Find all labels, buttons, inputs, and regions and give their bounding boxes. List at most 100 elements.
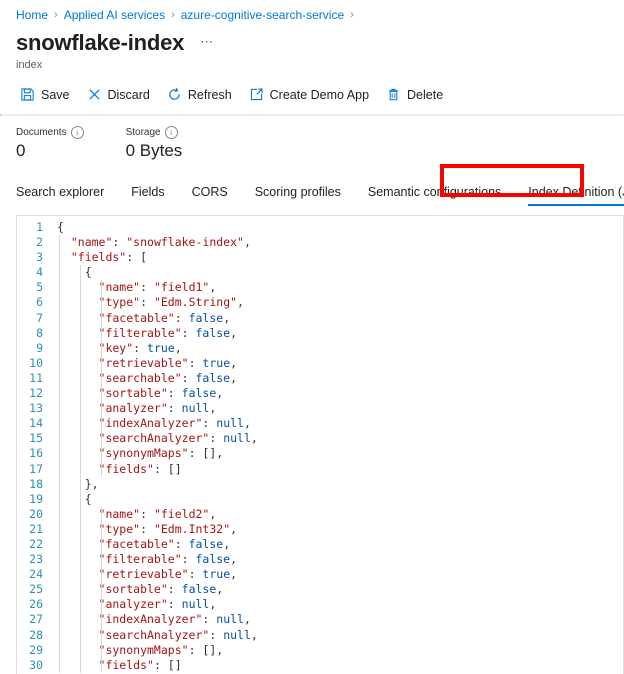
line-text: "searchable": false, (55, 370, 238, 387)
tab-semantic-configurations[interactable]: Semantic configurations (368, 185, 501, 206)
line-number: 19 (29, 491, 43, 506)
code-token: , (230, 370, 238, 385)
indent-guide (59, 642, 60, 658)
code-token: "facetable" (57, 536, 175, 551)
breadcrumb: Home › Applied AI services › azure-cognitive… (0, 0, 624, 23)
code-token: , (209, 597, 217, 612)
code-token: : (112, 235, 127, 250)
line-text: "filterable": false, (55, 325, 238, 341)
code-token: , (250, 431, 258, 446)
indent-guide (59, 627, 60, 643)
code-line: 25 "sortable": false, (17, 582, 623, 598)
code-token: : (188, 567, 203, 582)
code-token: null (216, 416, 244, 431)
code-token: false (188, 310, 224, 325)
indent-guide (80, 476, 81, 492)
code-line: 28 "searchAnalyzer": null, (17, 627, 623, 643)
line-text: "retrievable": true, (55, 355, 238, 371)
code-token: , (174, 340, 182, 355)
line-number: 9 (36, 340, 43, 355)
line-text: "sortable": false, (55, 386, 223, 402)
breadcrumb-item-1[interactable]: Applied AI services (64, 7, 165, 23)
line-number: 10 (29, 355, 43, 370)
command-label: Create Demo App (269, 87, 370, 102)
metric-label: Documents i (16, 126, 84, 139)
code-token: : (167, 597, 182, 612)
indent-guide (80, 280, 81, 296)
save-button[interactable]: Save (14, 84, 79, 105)
code-token: "fields" (57, 461, 154, 476)
code-line: 23 "filterable": false, (17, 552, 623, 568)
code-line: 21 "type": "Edm.Int32", (17, 521, 623, 537)
refresh-icon (167, 87, 182, 102)
indent-guide (59, 355, 60, 371)
line-number: 27 (29, 612, 43, 627)
command-label: Refresh (187, 87, 232, 102)
indent-guide (59, 582, 60, 598)
code-token: : [], (188, 446, 224, 461)
indent-guide (59, 310, 60, 326)
code-token: , (230, 355, 238, 370)
info-icon[interactable]: i (70, 126, 84, 139)
refresh-button[interactable]: Refresh (161, 84, 241, 105)
line-text: "indexAnalyzer": null, (55, 416, 251, 432)
create-demo-app-button[interactable]: Create Demo App (243, 84, 378, 105)
line-number: 3 (36, 250, 43, 265)
line-number: 28 (29, 627, 43, 642)
tab-index-definition-json[interactable]: Index Definition (JSON) (528, 185, 624, 206)
index-definition-json-editor[interactable]: 1{2 "name": "snowflake-index", 3 "fields"… (16, 215, 624, 674)
breadcrumb-item-0[interactable]: Home (16, 7, 48, 23)
code-token: "field1" (153, 280, 210, 295)
indent-guide (80, 386, 81, 402)
code-token: : (181, 552, 196, 567)
indent-guide (101, 340, 102, 356)
indent-guide (59, 536, 60, 553)
code-token: "searchable" (57, 370, 182, 385)
line-text: }, (55, 476, 99, 492)
metric-label-text: Storage (125, 127, 161, 138)
code-content: 1{2 "name": "snowflake-index", 3 "fields"… (17, 216, 623, 673)
delete-button[interactable]: Delete (380, 84, 452, 105)
code-token: , (209, 506, 217, 521)
indent-guide (101, 521, 102, 537)
code-token: true (202, 355, 231, 370)
info-icon[interactable]: i (164, 126, 178, 139)
code-token: }, (57, 476, 99, 491)
code-line: 5 "name": "field1", (17, 280, 623, 296)
code-line: 16 "synonymMaps": [], (17, 446, 623, 462)
code-token: null (181, 401, 210, 416)
metrics-row: Documents i 0 Storage i 0 Bytes (0, 116, 624, 162)
line-number: 23 (29, 552, 43, 567)
tab-scoring-profiles[interactable]: Scoring profiles (255, 185, 341, 206)
line-number: 8 (36, 325, 43, 340)
more-options-button[interactable]: ⋯ (200, 34, 214, 50)
code-line: 12 "sortable": false, (17, 386, 623, 402)
code-token: : (167, 386, 182, 401)
indent-guide (80, 491, 81, 507)
code-token: : (140, 280, 154, 295)
code-token: : (209, 627, 224, 642)
tab-search-explorer[interactable]: Search explorer (16, 185, 104, 206)
page-header: snowflake-index ⋯ (0, 23, 624, 57)
indent-guide (59, 657, 60, 673)
discard-button[interactable]: Discard (81, 84, 159, 105)
line-number: 16 (29, 446, 43, 461)
tab-cors[interactable]: CORS (192, 185, 228, 206)
line-number: 7 (36, 310, 43, 325)
code-token: "fields" (57, 657, 154, 672)
code-token: "facetable" (57, 310, 175, 325)
indent-guide (59, 370, 60, 387)
code-token: , (230, 325, 238, 340)
indent-guide (101, 431, 102, 447)
code-token: "filterable" (57, 552, 182, 567)
indent-guide (101, 627, 102, 643)
breadcrumb-item-2[interactable]: azure-cognitive-search-service (181, 7, 344, 23)
line-text: "indexAnalyzer": null, (55, 612, 251, 628)
indent-guide (80, 627, 81, 643)
indent-guide (101, 657, 102, 673)
tab-fields[interactable]: Fields (131, 185, 164, 206)
code-token: { (57, 491, 92, 506)
line-text: "fields": [ (55, 250, 147, 266)
line-number: 29 (29, 642, 43, 657)
indent-guide (59, 295, 60, 311)
